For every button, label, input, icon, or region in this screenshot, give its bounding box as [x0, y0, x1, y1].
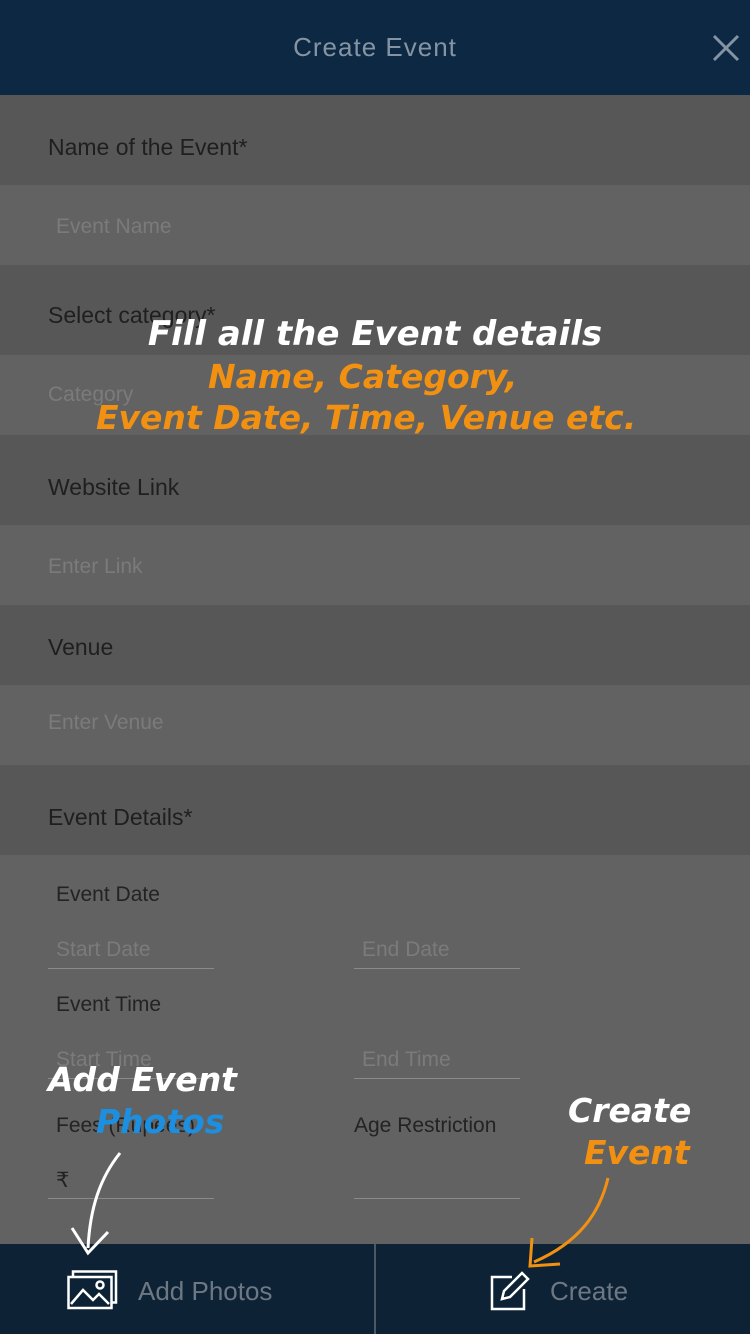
add-photos-button[interactable]: Add Photos — [0, 1244, 374, 1334]
event-name-input[interactable]: Event Name — [56, 215, 172, 239]
event-details-label: Event Details* — [48, 804, 193, 830]
end-date-underline — [354, 968, 520, 969]
website-input[interactable]: Enter Link — [48, 555, 143, 579]
end-time-input[interactable]: End Time — [362, 1048, 451, 1072]
event-name-label: Name of the Event* — [48, 134, 248, 160]
age-restriction-input[interactable] — [354, 1198, 520, 1199]
website-label: Website Link — [48, 474, 180, 500]
event-date-label: Event Date — [56, 883, 160, 906]
overlay-event-hint: Event — [584, 1133, 690, 1172]
start-date-underline — [48, 968, 214, 969]
overlay-orange-hint-1: Name, Category, — [208, 357, 518, 396]
start-date-input[interactable]: Start Date — [56, 938, 151, 962]
overlay-main-hint: Fill all the Event details — [147, 314, 603, 354]
close-icon[interactable] — [704, 26, 748, 70]
add-photos-label: Add Photos — [138, 1276, 273, 1306]
age-restriction-label: Age Restriction — [354, 1114, 497, 1137]
overlay-photos-hint: Photos — [96, 1102, 225, 1141]
image-icon — [67, 1270, 118, 1310]
overlay-add-event-hint: Add Event — [48, 1060, 237, 1099]
overlay-create-hint: Create — [568, 1091, 692, 1130]
venue-input[interactable]: Enter Venue — [48, 711, 164, 735]
event-time-label: Event Time — [56, 993, 162, 1016]
edit-icon — [490, 1271, 530, 1311]
arrow-to-create-icon — [528, 1177, 610, 1268]
overlay-orange-hint-2: Event Date, Time, Venue etc. — [96, 398, 637, 437]
arrow-to-add-photos-icon — [70, 1152, 122, 1256]
end-time-underline — [354, 1078, 520, 1079]
page-title: Create Event — [293, 32, 457, 62]
header-bar: Create Event — [0, 0, 750, 95]
venue-label: Venue — [48, 634, 114, 660]
end-date-input[interactable]: End Date — [362, 938, 450, 962]
